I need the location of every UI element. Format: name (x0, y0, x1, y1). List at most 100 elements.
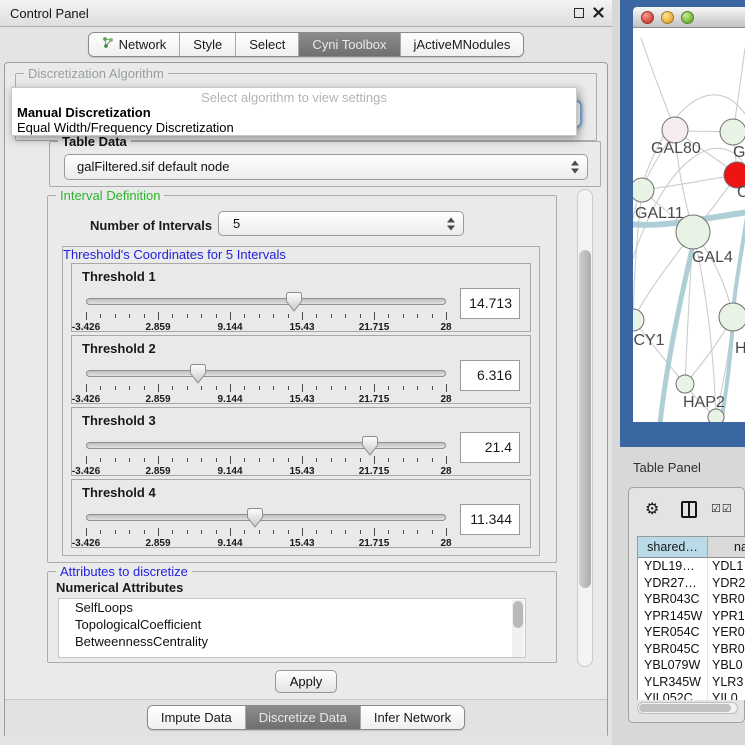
list-scrollbar[interactable] (512, 600, 524, 658)
table-row[interactable]: YPR145WYPR1 (638, 608, 745, 625)
network-edge (642, 175, 737, 190)
threshold-value-field[interactable]: 11.344 (460, 504, 520, 535)
cell-name: YER0 (708, 624, 745, 641)
tick (244, 314, 245, 318)
tick (302, 528, 303, 536)
numerical-attributes-list: SelfLoopsTopologicalCoefficientBetweenne… (58, 598, 526, 658)
tick (230, 312, 231, 320)
network-node[interactable] (633, 309, 644, 331)
slider-thumb[interactable] (190, 364, 206, 384)
split-columns-icon[interactable] (681, 501, 697, 518)
tick (403, 386, 404, 390)
attribute-item-betweennesscentrality[interactable]: BetweennessCentrality (59, 633, 525, 650)
slider-ticks (86, 312, 446, 321)
apply-button[interactable]: Apply (275, 670, 337, 693)
table-row[interactable]: YBL079WYBL0 (638, 657, 745, 674)
slider-track[interactable] (86, 298, 446, 305)
tab-cyni-toolbox[interactable]: Cyni Toolbox (298, 33, 399, 56)
group-title: Threshold's Coordinates for 5 Intervals (63, 247, 286, 262)
panel-vertical-scrollbar[interactable] (577, 189, 593, 667)
slider-track[interactable] (86, 514, 446, 521)
tick (144, 386, 145, 390)
tick (100, 458, 101, 462)
gear-icon[interactable]: ⚙ (645, 499, 659, 519)
algorithm-dropdown-popup: Select algorithm to view settings Manual… (11, 87, 577, 136)
tick (273, 530, 274, 534)
table-row[interactable]: YIL052CYIL0 (638, 690, 745, 700)
close-traffic-light-icon[interactable] (641, 11, 654, 24)
tick (201, 458, 202, 462)
table-row[interactable]: YBR043CYBR0 (638, 591, 745, 608)
algorithm-option-equal-width-frequency-discretization[interactable]: Equal Width/Frequency Discretization (12, 120, 576, 135)
table-row[interactable]: YDR27…YDR2 (638, 575, 745, 592)
attribute-item-selfloops[interactable]: SelfLoops (59, 599, 525, 616)
minimize-traffic-light-icon[interactable] (661, 11, 674, 24)
cell-shared-name: YPR145W (638, 608, 708, 625)
window-title: Control Panel (10, 6, 89, 21)
tick-label: -3.426 (72, 322, 100, 333)
threshold-slider: -3.4262.8599.14415.4321.71528 (86, 508, 446, 548)
tab-network[interactable]: Network (89, 33, 180, 56)
zoom-traffic-light-icon[interactable] (681, 11, 694, 24)
slider-thumb[interactable] (286, 292, 302, 312)
network-node[interactable] (719, 303, 745, 331)
number-of-intervals-select[interactable]: 5 (218, 211, 464, 236)
threshold-value-field[interactable]: 21.4 (460, 432, 520, 463)
tab-jactivemnodules[interactable]: jActiveMNodules (400, 33, 524, 56)
network-canvas[interactable]: GAL80GACGAL11GAL4GCY1HHAP2 (633, 28, 745, 422)
slider-thumb[interactable] (362, 436, 378, 456)
tick (417, 530, 418, 534)
tick-label: 15.43 (289, 466, 314, 477)
tab-label: Impute Data (161, 706, 232, 729)
network-window-titlebar[interactable] (633, 7, 745, 28)
tick (316, 314, 317, 318)
tick (244, 458, 245, 462)
tick (316, 458, 317, 462)
slider-track[interactable] (86, 442, 446, 449)
cell-shared-name: YBR045C (638, 641, 708, 658)
threshold-label: Threshold 4 (82, 485, 156, 500)
algorithm-option-manual-discretization[interactable]: Manual Discretization (12, 105, 576, 120)
tick (144, 530, 145, 534)
tab-infer-network[interactable]: Infer Network (360, 706, 464, 729)
scrollbar-thumb[interactable] (579, 250, 591, 588)
network-node[interactable] (676, 375, 694, 393)
slider-thumb[interactable] (247, 508, 263, 528)
checkboxes-icon[interactable]: ☑☑ (711, 502, 733, 515)
node-label: GA (733, 144, 745, 161)
table-row[interactable]: YDL19…YDL1 (638, 558, 745, 575)
tick (432, 458, 433, 462)
slider-track[interactable] (86, 370, 446, 377)
tick-label: 21.715 (359, 394, 390, 405)
tab-style[interactable]: Style (179, 33, 235, 56)
tick (360, 530, 361, 534)
tab-select[interactable]: Select (235, 33, 298, 56)
threshold-slider: -3.4262.8599.14415.4321.71528 (86, 292, 446, 332)
tab-impute-data[interactable]: Impute Data (148, 706, 245, 729)
column-header-shared-name[interactable]: shared… (638, 537, 708, 557)
table-row[interactable]: YLR345WYLR3 (638, 674, 745, 691)
node-table: shared… na YDL19…YDL1YDR27…YDR2YBR043CYB… (637, 536, 745, 700)
scrollbar-thumb[interactable] (639, 704, 731, 712)
network-node[interactable] (720, 119, 745, 145)
group-title: Attributes to discretize (56, 564, 192, 579)
tick-label: 15.43 (289, 394, 314, 405)
close-icon[interactable] (593, 7, 604, 18)
network-node[interactable] (633, 178, 654, 202)
tab-discretize-data[interactable]: Discretize Data (245, 706, 360, 729)
tick (388, 458, 389, 462)
number-of-intervals-label: Number of Intervals (90, 218, 212, 233)
threshold-value-field[interactable]: 6.316 (460, 360, 520, 391)
column-header-name[interactable]: na (708, 537, 745, 557)
table-data-select[interactable]: galFiltered.sif default node (64, 154, 588, 180)
network-thick-edge (733, 204, 745, 317)
table-horizontal-scrollbar[interactable] (637, 702, 738, 714)
table-row[interactable]: YBR045CYBR0 (638, 641, 745, 658)
tick (172, 314, 173, 318)
float-window-icon[interactable] (574, 8, 584, 18)
tick-label: -3.426 (72, 466, 100, 477)
tick (172, 530, 173, 534)
table-row[interactable]: YER054CYER0 (638, 624, 745, 641)
threshold-value-field[interactable]: 14.713 (460, 288, 520, 319)
attribute-item-topologicalcoefficient[interactable]: TopologicalCoefficient (59, 616, 525, 633)
